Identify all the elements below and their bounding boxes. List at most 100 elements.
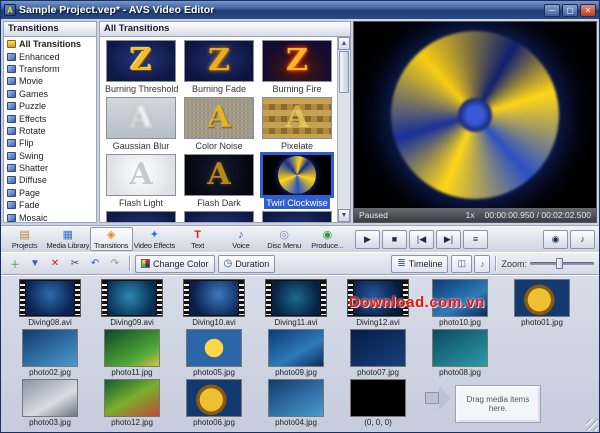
duration-button[interactable]: ◷ Duration: [218, 255, 276, 273]
resize-grip[interactable]: [586, 419, 598, 431]
snapshot-camera-button[interactable]: ◉: [543, 230, 568, 249]
media-item[interactable]: Diving08.avi: [9, 279, 91, 327]
transition-item[interactable]: ZBurning Threshold: [102, 40, 180, 95]
sidebar-item-diffuse[interactable]: Diffuse: [4, 174, 96, 186]
sidebar-item-enhanced[interactable]: Enhanced: [4, 50, 96, 62]
transition-item[interactable]: AColor Noise: [180, 97, 258, 152]
media-item[interactable]: photo07.jpg: [337, 329, 419, 377]
zoom-slider-thumb[interactable]: [556, 258, 563, 269]
transition-item[interactable]: AFlash Light: [102, 154, 180, 209]
close-button[interactable]: ✕: [580, 4, 596, 17]
sidebar-item-page[interactable]: Page: [4, 187, 96, 199]
video-thumbnail: [265, 279, 327, 317]
volume-speaker-button[interactable]: ♪: [570, 230, 595, 249]
sidebar-item-games[interactable]: Games: [4, 88, 96, 100]
sidebar-item-fade[interactable]: Fade: [4, 199, 96, 211]
media-library: Diving08.aviDiving09.aviDiving10.aviDivi…: [1, 275, 599, 432]
add-icon[interactable]: ＋: [6, 255, 24, 272]
sidebar-item-mosaic[interactable]: Mosaic: [4, 211, 96, 223]
media-item[interactable]: photo10.jpg: [419, 279, 501, 327]
redo-icon[interactable]: ↷: [106, 255, 124, 272]
media-item[interactable]: photo05.jpg: [173, 329, 255, 377]
color-clip[interactable]: (0, 0, 0): [337, 379, 419, 427]
photo-thumbnail: [22, 329, 78, 367]
sidebar-item-puzzle[interactable]: Puzzle: [4, 100, 96, 112]
vertical-scrollbar[interactable]: ▲ ▼: [337, 37, 350, 222]
app-window: A Sample Project.vep* - AVS Video Editor…: [0, 0, 600, 433]
monitor-icon-button[interactable]: ◫: [451, 255, 472, 273]
sidebar-item-all-transitions[interactable]: All Transitions: [4, 38, 96, 50]
tab-text[interactable]: TText: [176, 227, 219, 251]
category-tab-bar: ▤Projects▦Media Library◈Transitions✦Vide…: [1, 226, 351, 252]
sidebar-item-label: Effects: [19, 114, 46, 124]
transition-item[interactable]: AFlash Dark: [180, 154, 258, 209]
transition-thumbnail: Z: [184, 40, 254, 82]
zoom-slider[interactable]: [530, 258, 594, 269]
zoom-label: Zoom:: [501, 259, 527, 269]
transition-category-icon: [7, 53, 16, 61]
transition-item[interactable]: [180, 211, 258, 223]
scroll-up-button[interactable]: ▲: [338, 37, 350, 50]
timeline-button[interactable]: ≣ Timeline: [391, 255, 448, 273]
sidebar-item-shatter[interactable]: Shatter: [4, 162, 96, 174]
delete-icon[interactable]: ✕: [46, 255, 64, 272]
media-item[interactable]: photo02.jpg: [9, 329, 91, 377]
tab-disc-menu[interactable]: ◎Disc Menu: [263, 227, 306, 251]
next-frame-button[interactable]: ▶|: [436, 230, 461, 249]
media-item[interactable]: photo08.jpg: [419, 329, 501, 377]
prev-frame-button[interactable]: |◀: [409, 230, 434, 249]
tab-produce[interactable]: ◉Produce...: [306, 227, 349, 251]
sidebar-item-effects[interactable]: Effects: [4, 112, 96, 124]
sidebar-item-transform[interactable]: Transform: [4, 63, 96, 75]
sidebar-item-movie[interactable]: Movie: [4, 75, 96, 87]
sidebar-item-label: Enhanced: [19, 52, 60, 62]
minimize-button[interactable]: ─: [544, 4, 560, 17]
stop-button[interactable]: ■: [382, 230, 407, 249]
media-item[interactable]: Diving12.avi: [337, 279, 419, 327]
media-item[interactable]: photo11.jpg: [91, 329, 173, 377]
maximize-button[interactable]: ▢: [562, 4, 578, 17]
media-item[interactable]: photo01.jpg: [501, 279, 583, 327]
transition-item[interactable]: [102, 211, 180, 223]
drop-zone[interactable]: Drag media items here.: [455, 385, 541, 423]
transition-label: Burning Fire: [270, 84, 323, 95]
scrollbar-thumb[interactable]: [339, 51, 349, 93]
media-item[interactable]: photo09.jpg: [255, 329, 337, 377]
transition-item[interactable]: ZBurning Fade: [180, 40, 258, 95]
tab-projects[interactable]: ▤Projects: [3, 227, 46, 251]
speaker-icon-button[interactable]: ♪: [474, 255, 491, 273]
timeline-toolbar: ＋▼✕✂↶↷ Change Color ◷ Duration ≣ Timelin…: [1, 252, 599, 275]
media-item[interactable]: photo03.jpg: [9, 379, 91, 427]
voice-icon: ♪: [238, 229, 244, 241]
tab-video-effects[interactable]: ✦Video Effects: [133, 227, 176, 251]
scroll-down-button[interactable]: ▼: [338, 209, 350, 222]
media-item[interactable]: photo12.jpg: [91, 379, 173, 427]
transition-item[interactable]: ZBurning Fire: [258, 40, 336, 95]
play-button[interactable]: ▶: [355, 230, 380, 249]
transition-item[interactable]: AGaussian Blur: [102, 97, 180, 152]
title-bar[interactable]: A Sample Project.vep* - AVS Video Editor…: [1, 1, 599, 19]
list-button[interactable]: ≡: [463, 230, 488, 249]
sidebar-item-flip[interactable]: Flip: [4, 137, 96, 149]
media-item[interactable]: Diving09.avi: [91, 279, 173, 327]
media-item-label: photo09.jpg: [275, 368, 317, 377]
cut-icon[interactable]: ✂: [66, 255, 84, 272]
media-item[interactable]: Diving10.avi: [173, 279, 255, 327]
tab-voice[interactable]: ♪Voice: [219, 227, 262, 251]
media-item[interactable]: Diving11.avi: [255, 279, 337, 327]
transition-item[interactable]: APixelate: [258, 97, 336, 152]
sidebar-item-label: Flip: [19, 138, 34, 148]
playback-speed: 1x: [466, 210, 475, 220]
sidebar-item-rotate[interactable]: Rotate: [4, 125, 96, 137]
change-color-button[interactable]: Change Color: [135, 255, 215, 273]
transition-item[interactable]: Twirl Clockwise: [258, 154, 336, 209]
media-item[interactable]: photo04.jpg: [255, 379, 337, 427]
undo-icon[interactable]: ↶: [86, 255, 104, 272]
transition-item[interactable]: [258, 211, 336, 223]
tab-transitions[interactable]: ◈Transitions: [90, 227, 133, 251]
sidebar-item-swing[interactable]: Swing: [4, 150, 96, 162]
tab-media-library[interactable]: ▦Media Library: [46, 227, 89, 251]
arrow-down-icon[interactable]: ▼: [26, 255, 44, 272]
media-item[interactable]: photo06.jpg: [173, 379, 255, 427]
twirl-core-graphic: [458, 98, 492, 132]
